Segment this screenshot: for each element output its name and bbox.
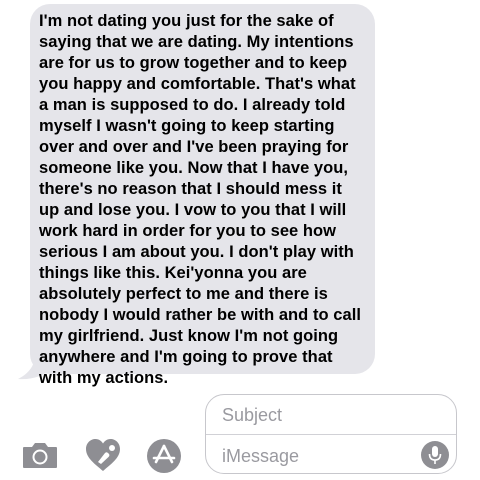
message-line: are for us to grow together and to keep <box>39 54 348 72</box>
message-text: I'm not dating you just for the sake of s… <box>39 11 365 389</box>
message-line: someone like you. Now that I have you, <box>39 159 349 177</box>
received-message-bubble[interactable]: I'm not dating you just for the sake of s… <box>30 4 375 387</box>
dictation-button[interactable] <box>421 441 449 469</box>
message-line: nobody I would rather be with and to cal… <box>39 306 361 324</box>
app-store-button[interactable] <box>144 436 184 476</box>
message-line: up and lose you. I vow to you that I wil… <box>39 201 347 219</box>
message-line: absolutely perfect to me and there is <box>39 285 328 303</box>
message-line: serious I am about you. I don't play wit… <box>39 243 354 261</box>
digital-touch-icon <box>86 439 120 471</box>
message-line: you happy and comfortable. That's what <box>39 75 356 93</box>
message-input[interactable]: iMessage <box>222 446 299 467</box>
message-composer: Subject iMessage <box>205 394 457 474</box>
microphone-icon <box>428 446 442 464</box>
messages-screen: I'm not dating you just for the sake of s… <box>0 0 480 480</box>
message-line: work hard in order for you to see how <box>39 222 337 240</box>
message-line: I'm not dating you just for the sake of <box>39 12 334 30</box>
digital-touch-button[interactable] <box>83 436 123 476</box>
message-line: myself I wasn't going to keep starting <box>39 117 335 135</box>
message-line: there's no reason that I should mess it <box>39 180 342 198</box>
subject-input[interactable]: Subject <box>222 405 282 426</box>
composer-divider <box>206 434 456 435</box>
app-store-icon <box>147 439 181 473</box>
camera-button[interactable] <box>20 436 60 476</box>
message-line: with my actions. <box>39 369 169 387</box>
message-line: a man is supposed to do. I already told <box>39 96 346 114</box>
message-line: anywhere and I'm going to prove that <box>39 348 333 366</box>
message-line: saying that we are dating. My intentions <box>39 33 354 51</box>
message-line: things like this. Kei'yonna you are <box>39 264 307 282</box>
message-line: over and over and I've been praying for <box>39 138 349 156</box>
message-line: my girlfriend. Just know I'm not going <box>39 327 339 345</box>
camera-icon <box>23 443 57 468</box>
